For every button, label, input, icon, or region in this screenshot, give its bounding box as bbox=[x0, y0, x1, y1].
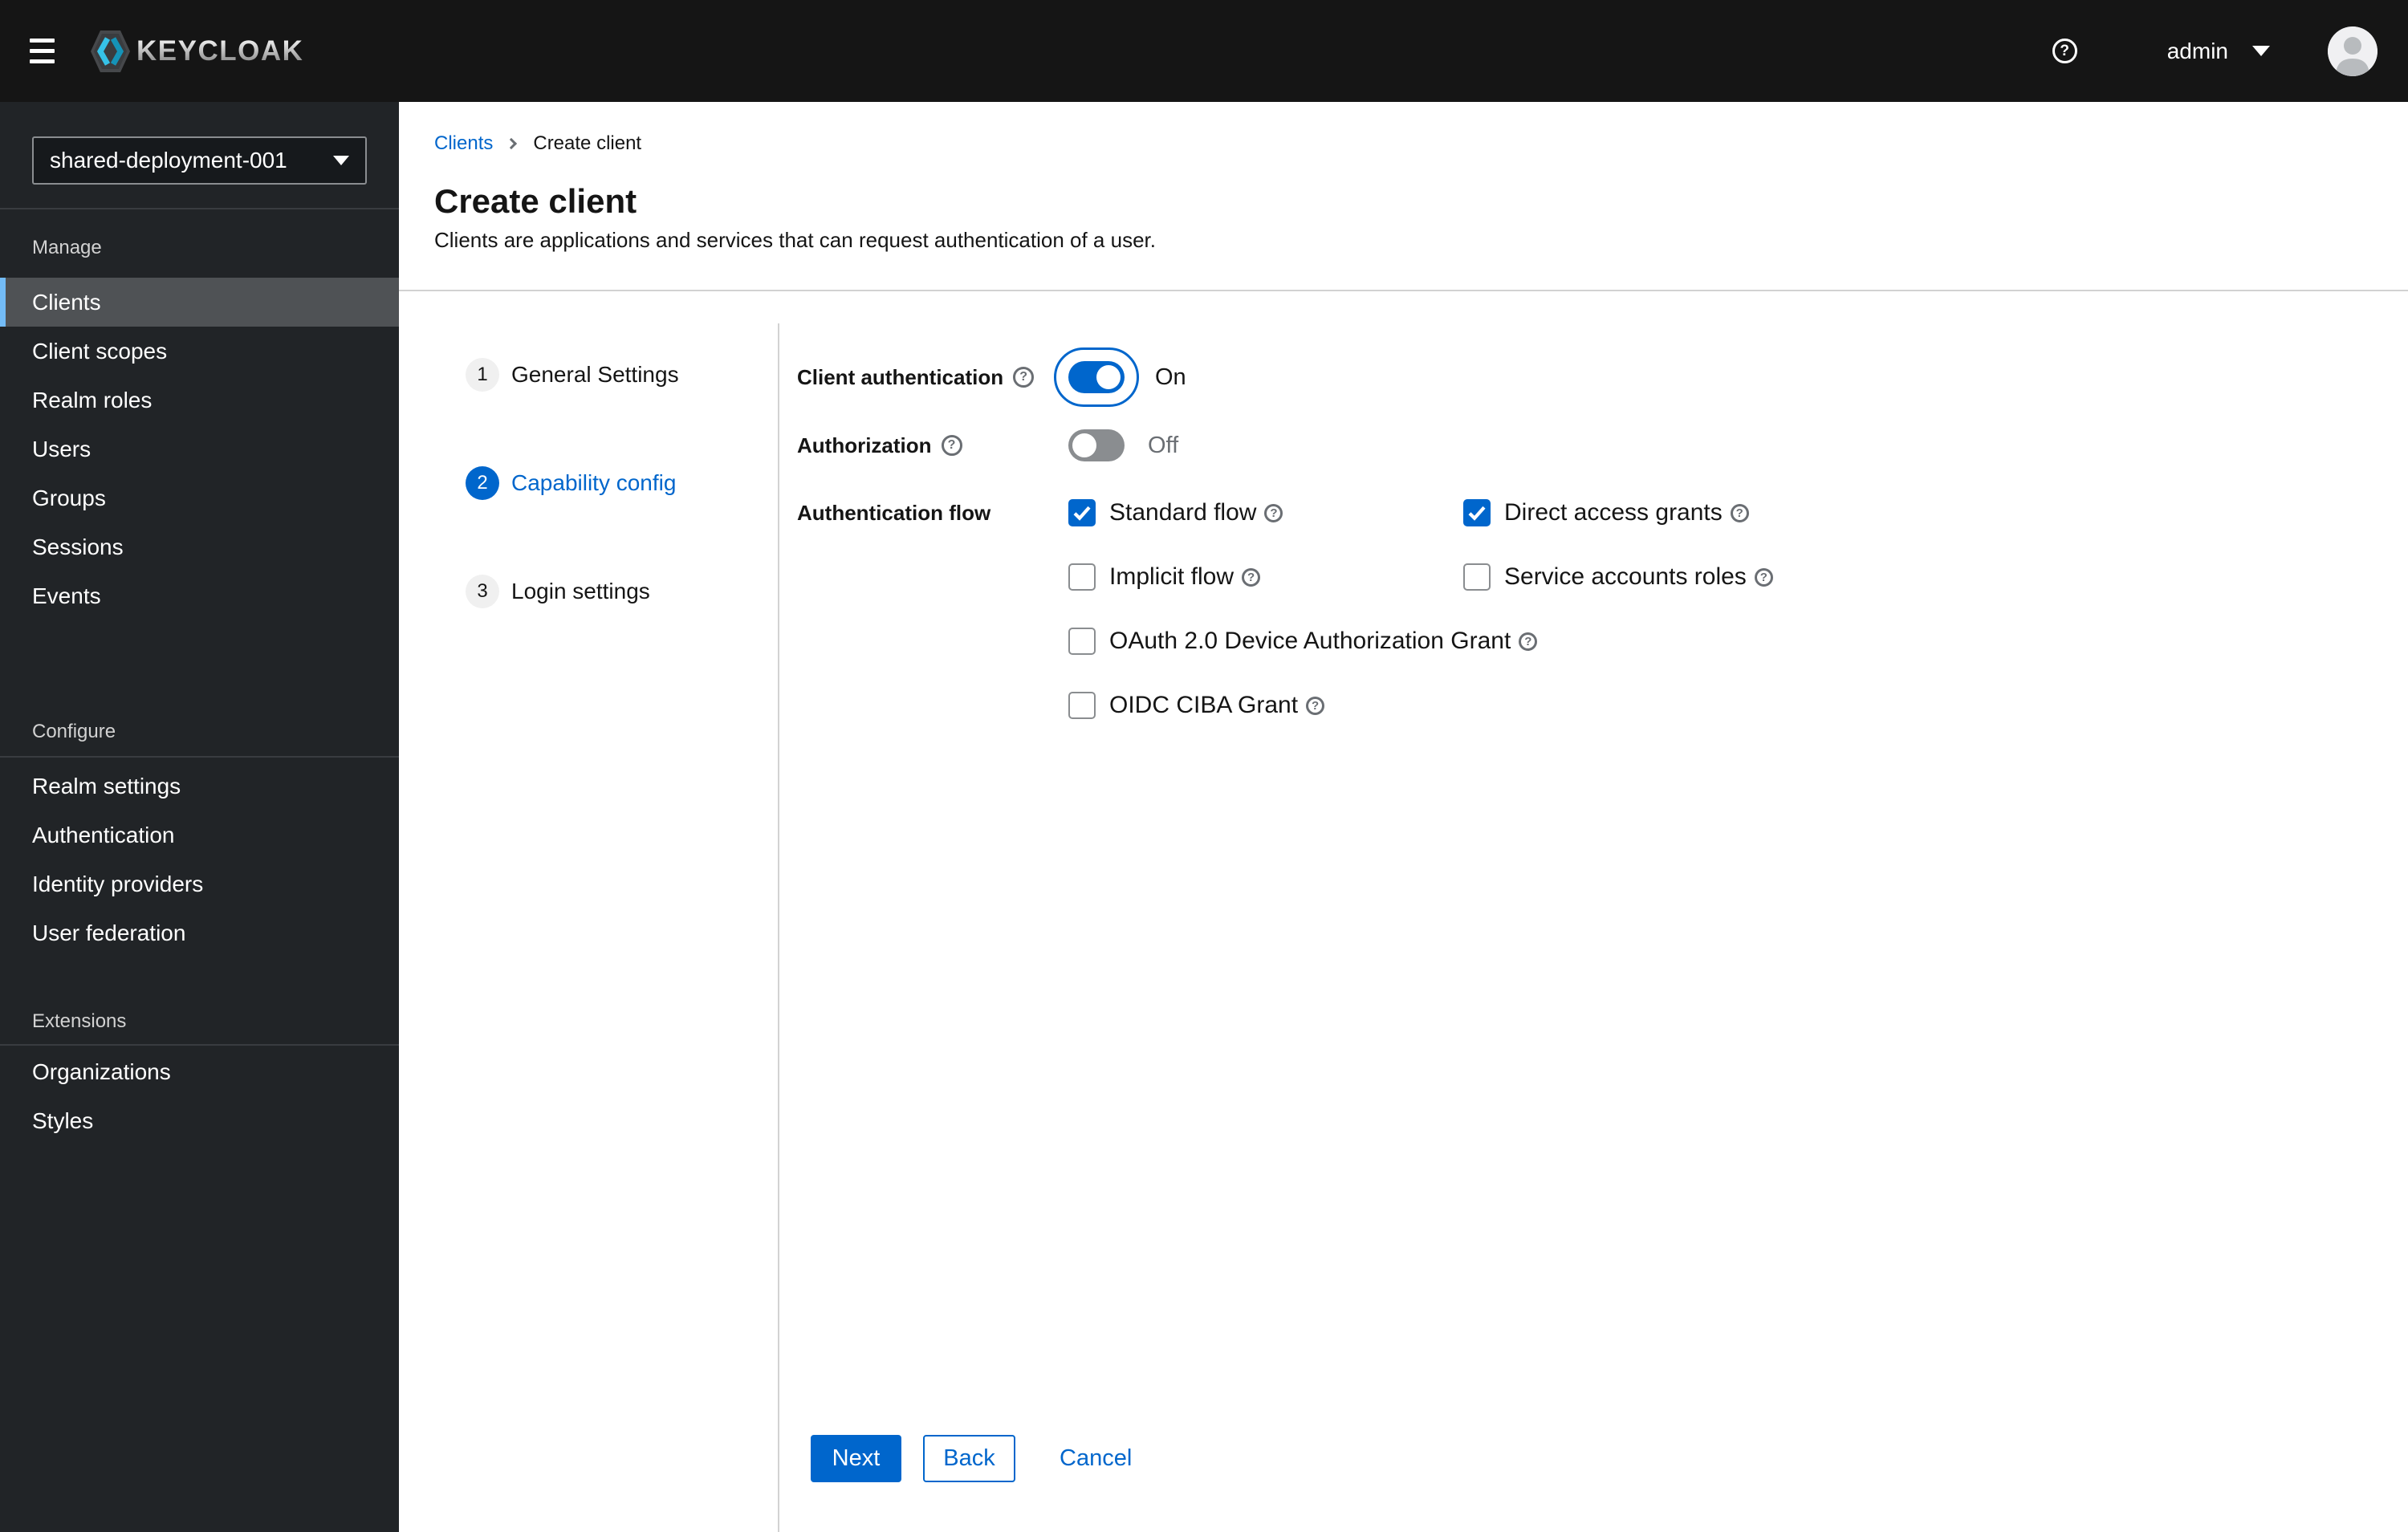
sidebar-item-users[interactable]: Users bbox=[0, 425, 399, 473]
chevron-down-icon bbox=[333, 156, 349, 165]
step-number-badge: 1 bbox=[466, 358, 499, 392]
breadcrumb-clients-link[interactable]: Clients bbox=[434, 132, 493, 154]
help-icon[interactable]: ? bbox=[1013, 367, 1035, 388]
sidebar-item-authentication[interactable]: Authentication bbox=[0, 811, 399, 859]
sidebar-item-styles[interactable]: Styles bbox=[0, 1096, 399, 1145]
client-authentication-toggle[interactable] bbox=[1068, 361, 1125, 393]
main-content: Clients Create client Create client Clie… bbox=[399, 102, 2408, 1532]
sidebar-item-organizations[interactable]: Organizations bbox=[0, 1047, 399, 1096]
menu-toggle-icon[interactable] bbox=[30, 39, 55, 63]
toggle-state-label: On bbox=[1155, 364, 1186, 390]
help-icon[interactable]: ? bbox=[1519, 632, 1538, 651]
capability-config-form: Client authentication ? On Authorization… bbox=[778, 291, 2408, 1532]
sidebar-divider bbox=[0, 208, 399, 209]
sidebar-item-user-federation[interactable]: User federation bbox=[0, 908, 399, 957]
authentication-flow-row: Authentication flow Standard flow ? Dire… bbox=[797, 499, 2408, 719]
sidebar-item-realm-roles[interactable]: Realm roles bbox=[0, 376, 399, 425]
sidebar-nav-manage: Clients Client scopes Realm roles Users … bbox=[0, 278, 399, 620]
wizard-step-login-settings[interactable]: 3 Login settings bbox=[466, 572, 778, 611]
user-dropdown[interactable]: admin bbox=[2167, 39, 2270, 64]
authentication-flow-label: Authentication flow bbox=[797, 501, 991, 525]
sidebar-section-configure: Configure bbox=[32, 721, 116, 742]
avatar[interactable] bbox=[2328, 26, 2377, 76]
wizard-steps-nav: 1 General Settings 2 Capability config 3… bbox=[399, 291, 778, 1532]
check-icon bbox=[1073, 506, 1091, 521]
client-authentication-toggle-focus-ring bbox=[1054, 347, 1139, 407]
topbar-actions: ? admin bbox=[2052, 26, 2377, 76]
help-icon[interactable]: ? bbox=[1242, 567, 1261, 587]
authentication-flow-options: Standard flow ? Direct access grants ? I… bbox=[1068, 499, 2408, 719]
checkbox-direct-access-grants[interactable]: Direct access grants ? bbox=[1463, 499, 2408, 526]
sidebar-item-sessions[interactable]: Sessions bbox=[0, 522, 399, 571]
wizard-footer: Next Back Cancel bbox=[811, 1435, 1132, 1482]
wizard-step-general-settings[interactable]: 1 General Settings bbox=[466, 356, 778, 394]
breadcrumb: Clients Create client bbox=[399, 102, 2408, 154]
create-client-wizard: 1 General Settings 2 Capability config 3… bbox=[399, 291, 2408, 1532]
sidebar-item-realm-settings[interactable]: Realm settings bbox=[0, 762, 399, 811]
top-bar: KEYCLOAK ? admin bbox=[0, 0, 2408, 102]
sidebar-item-groups[interactable]: Groups bbox=[0, 473, 399, 522]
brand-wordmark: KEYCLOAK bbox=[136, 35, 304, 67]
toggle-state-label: Off bbox=[1148, 432, 1179, 458]
chevron-right-icon bbox=[506, 137, 518, 149]
checkbox-implicit-flow[interactable]: Implicit flow ? bbox=[1068, 563, 1463, 591]
toggle-knob bbox=[1072, 433, 1096, 457]
checkbox-standard-flow[interactable]: Standard flow ? bbox=[1068, 499, 1463, 526]
checkbox-service-accounts-roles[interactable]: Service accounts roles ? bbox=[1463, 563, 2408, 591]
authorization-toggle[interactable] bbox=[1068, 429, 1125, 461]
sidebar-nav-extensions: Organizations Styles bbox=[0, 1047, 399, 1145]
username-label: admin bbox=[2166, 38, 2228, 63]
sidebar-item-client-scopes[interactable]: Client scopes bbox=[0, 327, 399, 376]
page-title: Create client bbox=[434, 182, 637, 220]
next-button[interactable]: Next bbox=[811, 1435, 901, 1482]
realm-selector-value: shared-deployment-001 bbox=[50, 148, 287, 173]
authorization-row: Authorization ? Off bbox=[797, 429, 2408, 461]
keycloak-hexagon-icon bbox=[91, 30, 130, 72]
checkbox-oidc-ciba-grant[interactable]: OIDC CIBA Grant ? bbox=[1068, 692, 2408, 719]
help-icon[interactable]: ? bbox=[1306, 696, 1325, 715]
breadcrumb-current: Create client bbox=[533, 132, 642, 154]
step-number-badge: 2 bbox=[466, 466, 499, 500]
checkbox-box[interactable] bbox=[1463, 499, 1491, 526]
client-authentication-row: Client authentication ? On bbox=[797, 347, 2408, 407]
checkbox-box[interactable] bbox=[1068, 628, 1096, 655]
toggle-knob bbox=[1096, 365, 1121, 389]
check-icon bbox=[1468, 506, 1486, 521]
avatar-person-icon bbox=[2328, 26, 2377, 76]
sidebar-section-manage: Manage bbox=[32, 237, 102, 258]
checkbox-box[interactable] bbox=[1068, 499, 1096, 526]
step-number-badge: 3 bbox=[466, 575, 499, 608]
authorization-label: Authorization ? bbox=[797, 432, 1054, 459]
checkbox-oauth-device-grant[interactable]: OAuth 2.0 Device Authorization Grant ? bbox=[1068, 628, 2408, 655]
chevron-down-icon bbox=[2252, 46, 2270, 56]
cancel-button[interactable]: Cancel bbox=[1060, 1435, 1132, 1482]
help-icon[interactable]: ? bbox=[941, 435, 962, 456]
sidebar-item-events[interactable]: Events bbox=[0, 571, 399, 620]
sidebar-divider bbox=[0, 756, 399, 758]
sidebar-item-clients[interactable]: Clients bbox=[0, 278, 399, 327]
checkbox-box[interactable] bbox=[1068, 692, 1096, 719]
realm-selector[interactable]: shared-deployment-001 bbox=[32, 136, 367, 185]
help-icon[interactable]: ? bbox=[1754, 567, 1773, 587]
wizard-step-capability-config[interactable]: 2 Capability config bbox=[466, 464, 778, 502]
keycloak-logo: KEYCLOAK bbox=[91, 29, 303, 74]
checkbox-box[interactable] bbox=[1068, 563, 1096, 591]
sidebar-item-identity-providers[interactable]: Identity providers bbox=[0, 859, 399, 908]
sidebar: shared-deployment-001 Manage Clients Cli… bbox=[0, 102, 399, 1532]
checkbox-box[interactable] bbox=[1463, 563, 1491, 591]
sidebar-divider bbox=[0, 1044, 399, 1046]
client-authentication-label: Client authentication ? bbox=[797, 364, 1054, 391]
back-button[interactable]: Back bbox=[923, 1435, 1015, 1482]
sidebar-section-extensions: Extensions bbox=[32, 1010, 127, 1032]
page-description: Clients are applications and services th… bbox=[434, 228, 1156, 252]
help-icon[interactable]: ? bbox=[1730, 503, 1749, 522]
help-icon[interactable]: ? bbox=[1264, 503, 1283, 522]
sidebar-nav-configure: Realm settings Authentication Identity p… bbox=[0, 762, 399, 957]
help-icon[interactable]: ? bbox=[2052, 39, 2077, 63]
